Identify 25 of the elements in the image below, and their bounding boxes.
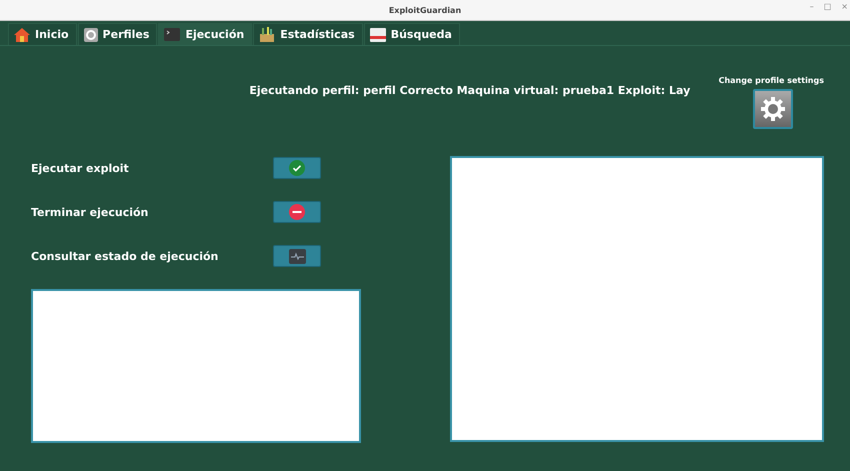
action-label: Consultar estado de ejecución bbox=[31, 250, 220, 262]
action-button[interactable] bbox=[273, 157, 321, 179]
settings-button[interactable] bbox=[753, 89, 794, 129]
action-label: Terminar ejecución bbox=[31, 206, 150, 218]
pulse-monitor-icon bbox=[288, 248, 306, 264]
tools-icon bbox=[259, 27, 276, 42]
house-icon bbox=[14, 28, 30, 42]
action-label: Ejecutar exploit bbox=[31, 162, 130, 174]
settings-icon bbox=[760, 96, 786, 122]
book-icon bbox=[370, 28, 386, 42]
action-button[interactable] bbox=[273, 245, 321, 267]
terminal-icon bbox=[164, 28, 180, 41]
window-title: ExploitGuardian bbox=[388, 6, 462, 14]
stop-icon bbox=[289, 204, 305, 220]
execution-status-text: Ejecutando perfil: perfil Correcto Maquina virtual: prueba1 Exploit: Lay bbox=[248, 84, 692, 97]
output-text-area[interactable] bbox=[31, 289, 361, 443]
settings-label: Change profile settings bbox=[718, 76, 824, 85]
tab[interactable]: Ejecución bbox=[158, 23, 252, 45]
tab[interactable]: Búsqueda bbox=[364, 23, 460, 45]
check-icon bbox=[289, 160, 305, 176]
tab[interactable]: Estadísticas bbox=[253, 23, 363, 45]
tab[interactable]: Perfiles bbox=[78, 23, 158, 45]
log-text-area[interactable] bbox=[450, 156, 824, 442]
gear-icon bbox=[84, 28, 98, 42]
tab[interactable]: Inicio bbox=[8, 23, 77, 45]
